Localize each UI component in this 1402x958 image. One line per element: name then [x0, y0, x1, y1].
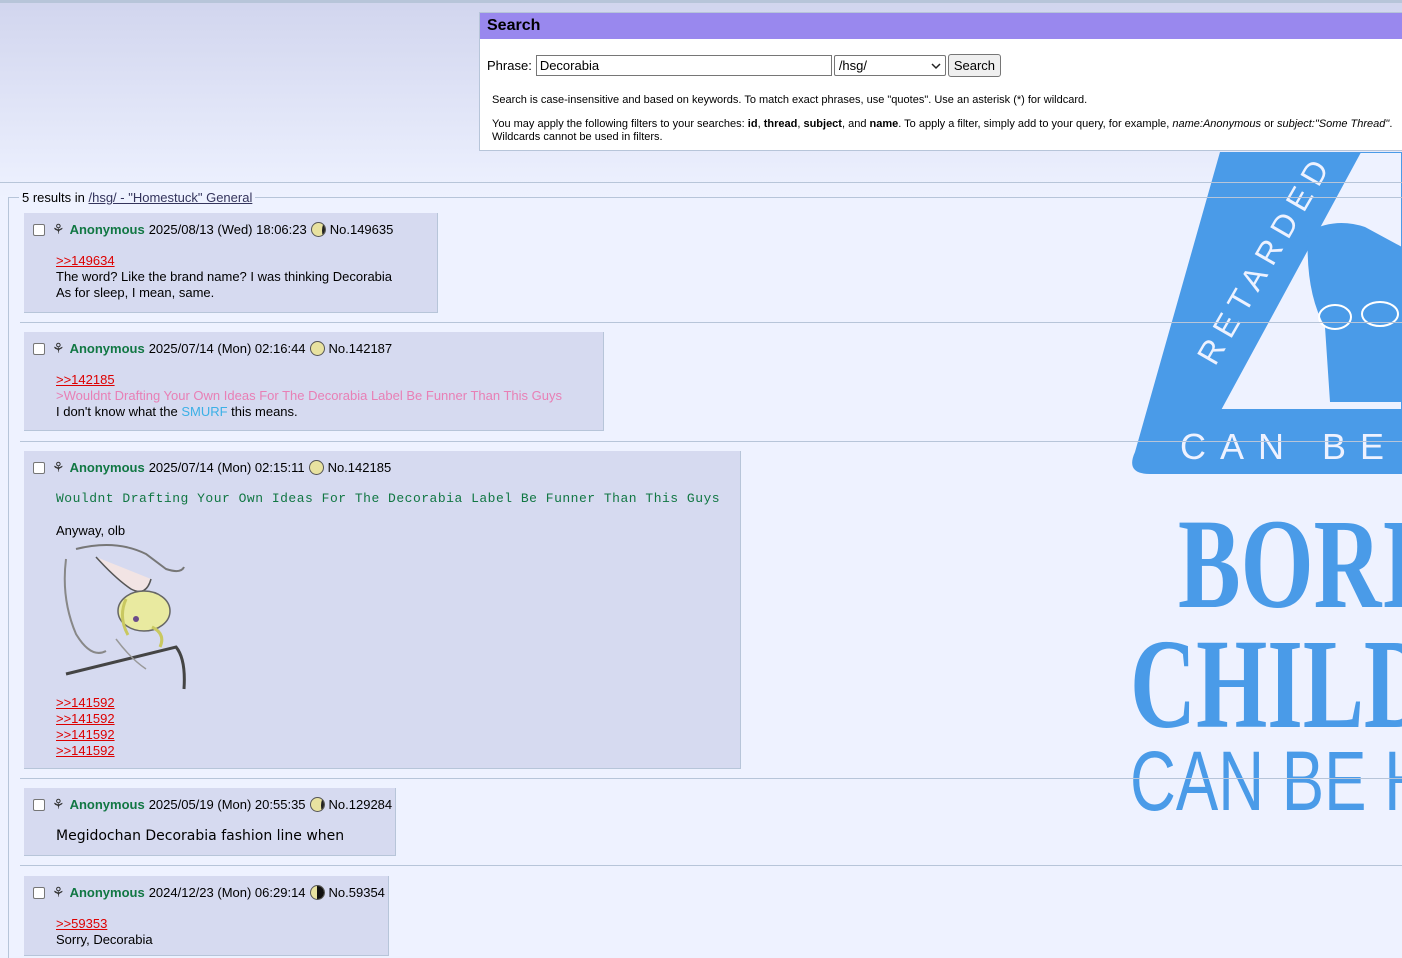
post-message: >>142185 >Wouldnt Drafting Your Own Idea… [56, 372, 562, 420]
post: ⚘ Anonymous 2024/12/23 (Mon) 06:29:14 No… [24, 876, 389, 956]
filter-example-1: name:Anonymous [1172, 118, 1262, 130]
search-help-text: Search is case-insensitive and based on … [492, 94, 1088, 106]
post-message: >>149634 The word? Like the brand name? … [56, 253, 392, 301]
quote-link[interactable]: >>141592 [56, 695, 720, 711]
quote-link[interactable]: >>141592 [56, 711, 720, 727]
filter-help-or: or [1261, 118, 1277, 130]
poster-icon: ⚘ [52, 884, 65, 900]
search-form: Phrase: /hsg/ Search [487, 54, 1002, 77]
moon-phase-icon [309, 885, 325, 900]
post-divider [20, 441, 1402, 442]
filter-help-b: . To apply a filter, simply add to your … [898, 118, 1173, 130]
post-date: 2025/07/14 (Mon) 02:15:11 [148, 460, 305, 475]
poster-name: Anonymous [69, 797, 145, 812]
poster-icon: ⚘ [52, 340, 65, 356]
quote-link[interactable]: >>59353 [56, 916, 153, 932]
post-divider [20, 865, 1402, 866]
post-text: As for sleep, I mean, same. [56, 285, 215, 300]
post: ⚘ Anonymous 2025/07/14 (Mon) 02:16:44 No… [24, 332, 604, 431]
moon-phase-icon [308, 460, 324, 475]
post-info: ⚘ Anonymous 2025/07/14 (Mon) 02:15:11 No… [33, 459, 391, 476]
results-summary: 5 results in /hsg/ - "Homestuck" General [19, 190, 256, 205]
poster-name: Anonymous [69, 222, 145, 237]
post-number[interactable]: No.129284 [329, 797, 393, 812]
filter-example-2: subject:"Some Thread" [1276, 118, 1390, 130]
board-link[interactable]: /hsg/ - "Homestuck" General [88, 190, 252, 205]
post-checkbox[interactable] [33, 461, 45, 474]
post-number[interactable]: No.149635 [330, 222, 394, 237]
post-info: ⚘ Anonymous 2025/07/14 (Mon) 02:16:44 No… [33, 340, 392, 357]
divider [0, 182, 1402, 183]
quote-link[interactable]: >>141592 [56, 727, 720, 743]
post-message: Megidochan Decorabia fashion line when [56, 828, 344, 844]
search-panel-title: Search [480, 13, 1402, 39]
chevron-down-icon [931, 62, 941, 69]
poster-name: Anonymous [69, 885, 145, 900]
results-count: 5 results in [22, 190, 89, 205]
post-info: ⚘ Anonymous 2025/05/19 (Mon) 20:55:35 No… [33, 796, 392, 813]
post-date: 2025/05/19 (Mon) 20:55:35 [148, 797, 306, 812]
filter-help-a: You may apply the following filters to y… [492, 118, 748, 130]
quote-link[interactable]: >>142185 [56, 372, 562, 388]
quote-link[interactable]: >>141592 [56, 743, 720, 759]
poster-name: Anonymous [69, 460, 145, 475]
post-text: Sorry, Decorabia [56, 932, 153, 947]
top-edge [0, 0, 1402, 3]
filter-help-text: You may apply the following filters to y… [492, 118, 1393, 143]
phrase-label: Phrase: [487, 58, 532, 73]
board-select-value: /hsg/ [838, 58, 867, 73]
post-info: ⚘ Anonymous 2024/12/23 (Mon) 06:29:14 No… [33, 884, 385, 901]
post-text: I don't know what the SMURF this means. [56, 404, 562, 420]
filter-id: id [747, 118, 758, 130]
filter-subject: subject [803, 118, 842, 130]
post-date: 2024/12/23 (Mon) 06:29:14 [148, 885, 306, 900]
post-checkbox[interactable] [33, 342, 45, 355]
post-text: The word? Like the brand name? I was thi… [56, 269, 393, 284]
phrase-input[interactable] [535, 55, 832, 76]
post-number[interactable]: No.142187 [329, 341, 393, 356]
poster-icon: ⚘ [52, 796, 65, 812]
poster-name: Anonymous [69, 341, 145, 356]
post-subject: Wouldnt Drafting Your Own Ideas For The … [56, 491, 721, 506]
filter-help-c: . [1389, 118, 1393, 130]
post-image[interactable] [56, 539, 196, 695]
quote-link[interactable]: >>149634 [56, 253, 392, 269]
filter-name: name [869, 118, 899, 130]
greentext-quote: >Wouldnt Drafting Your Own Ideas For The… [56, 388, 562, 403]
moon-phase-icon [309, 797, 325, 812]
post-date: 2025/07/14 (Mon) 02:16:44 [148, 341, 306, 356]
filter-thread: thread [763, 118, 798, 130]
post-text: Anyway, olb [56, 523, 126, 538]
post-text-c: this means. [227, 404, 298, 419]
post: ⚘ Anonymous 2025/05/19 (Mon) 20:55:35 No… [24, 788, 396, 856]
moon-phase-icon [309, 341, 325, 356]
search-help: Search is case-insensitive and based on … [492, 94, 1402, 144]
post-number[interactable]: No.142185 [328, 460, 392, 475]
filter-help-wildcards: Wildcards cannot be used in filters. [492, 131, 663, 143]
post-info: ⚘ Anonymous 2025/08/13 (Wed) 18:06:23 No… [33, 221, 393, 238]
post: ⚘ Anonymous 2025/07/14 (Mon) 02:15:11 No… [24, 451, 741, 769]
search-button[interactable]: Search [947, 54, 1002, 77]
board-select[interactable]: /hsg/ [833, 55, 946, 76]
post-text-a: I don't know what the [56, 404, 182, 419]
poster-icon: ⚘ [52, 459, 65, 475]
post-checkbox[interactable] [33, 798, 45, 811]
moon-phase-icon [310, 222, 326, 237]
search-panel: Search Phrase: /hsg/ Search Search is ca… [479, 12, 1402, 151]
filtered-word: SMURF [181, 404, 228, 419]
post-date: 2025/08/13 (Wed) 18:06:23 [148, 222, 307, 237]
post-message: >>59353 Sorry, Decorabia [56, 916, 153, 948]
post-text: Megidochan Decorabia fashion line when [56, 828, 345, 844]
post-checkbox[interactable] [33, 886, 45, 899]
post-message: Wouldnt Drafting Your Own Ideas For The … [56, 491, 720, 759]
post: ⚘ Anonymous 2025/08/13 (Wed) 18:06:23 No… [24, 213, 438, 313]
filter-help-and: , and [841, 118, 870, 130]
post-divider [20, 778, 1402, 779]
poster-icon: ⚘ [52, 221, 65, 237]
post-divider [20, 322, 1402, 323]
post-checkbox[interactable] [33, 223, 45, 236]
post-number[interactable]: No.59354 [329, 885, 385, 900]
